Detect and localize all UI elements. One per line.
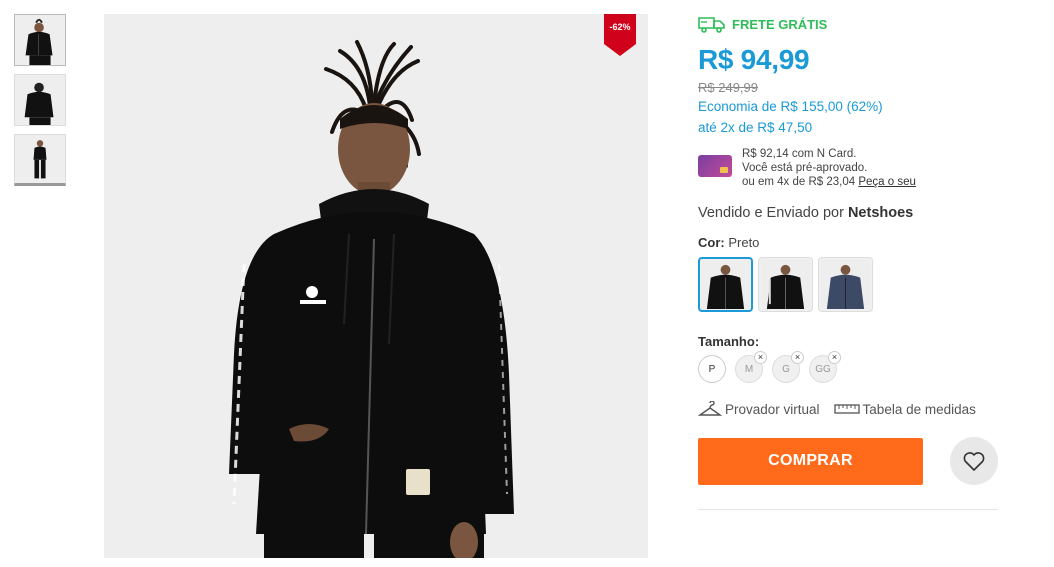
discount-badge: -62% xyxy=(604,14,636,56)
discount-badge-text: -62% xyxy=(609,22,631,32)
old-price: R$ 249,99 xyxy=(698,80,758,95)
discount-badge-shape xyxy=(604,14,636,56)
ncard-line-2: Você está pré-aprovado. xyxy=(742,162,868,174)
size-option-m[interactable]: M × xyxy=(735,351,767,383)
thumbnail-front-image xyxy=(15,15,65,65)
color-value: Preto xyxy=(728,235,760,250)
ncard-request-link[interactable]: Peça o seu xyxy=(858,176,916,188)
free-shipping-label: FRETE GRÁTIS xyxy=(732,16,828,32)
favorite-button[interactable] xyxy=(950,437,998,485)
color-swatch-preto-1[interactable] xyxy=(698,257,753,312)
thumbnail-full-body-image xyxy=(16,135,64,183)
size-option-label: GG xyxy=(815,363,831,375)
thumbnail-list xyxy=(14,14,66,194)
size-tools: Provador virtual Tabela de medidas xyxy=(698,401,998,417)
size-options: P M × G × GG × xyxy=(698,351,998,383)
credit-card-icon xyxy=(698,155,732,177)
thumbnail-front[interactable] xyxy=(14,14,66,66)
size-option-g[interactable]: G × xyxy=(772,351,804,383)
size-option-label: P xyxy=(708,363,716,375)
size-label: Tamanho: xyxy=(698,334,760,349)
size-table-label: Tabela de medidas xyxy=(862,401,976,417)
seller-info: Vendido e Enviado por Netshoes xyxy=(698,205,998,221)
color-swatch-image xyxy=(701,260,750,309)
seller-prefix: Vendido e Enviado por xyxy=(698,205,848,221)
product-info-panel: FRETE GRÁTIS R$ 94,99 R$ 249,99 Economia… xyxy=(698,14,998,510)
size-option-gg[interactable]: GG × xyxy=(809,351,841,383)
unavailable-x-icon: × xyxy=(828,351,841,364)
thumbnail-full-body[interactable] xyxy=(14,134,66,186)
ncard-text: R$ 92,14 com N Card. Você está pré-aprov… xyxy=(742,147,916,189)
divider xyxy=(698,509,998,510)
thumbnail-back-image xyxy=(15,75,65,125)
ruler-icon xyxy=(833,404,860,414)
current-price: R$ 94,99 xyxy=(698,44,810,75)
buy-button[interactable]: COMPRAR xyxy=(698,437,923,485)
color-swatch-image xyxy=(821,260,870,309)
unavailable-x-icon: × xyxy=(754,351,767,364)
virtual-fitting-link[interactable]: Provador virtual xyxy=(698,401,820,417)
hanger-icon xyxy=(698,401,722,416)
color-swatches xyxy=(698,257,998,312)
heart-icon xyxy=(963,452,985,471)
ncard-offer: R$ 92,14 com N Card. Você está pré-aprov… xyxy=(698,147,998,189)
size-option-label: G xyxy=(782,363,790,375)
color-swatch-preto-2[interactable] xyxy=(758,257,813,312)
buy-row: COMPRAR xyxy=(698,437,998,485)
truck-icon xyxy=(698,17,725,33)
size-option-label: M xyxy=(744,363,754,375)
free-shipping: FRETE GRÁTIS xyxy=(698,14,998,34)
thumbnail-back[interactable] xyxy=(14,74,66,126)
main-product-image[interactable]: -62% xyxy=(104,14,648,558)
color-swatch-azul[interactable] xyxy=(818,257,873,312)
virtual-fitting-label: Provador virtual xyxy=(725,401,820,417)
size-option-p[interactable]: P xyxy=(698,355,726,383)
ncard-line-3-prefix: ou em 4x de R$ 23,04 xyxy=(742,176,859,188)
economy-text: Economia de R$ 155,00 (62%) xyxy=(698,99,883,114)
unavailable-x-icon: × xyxy=(791,351,804,364)
color-label-title: Cor: xyxy=(698,235,725,250)
installments-text: até 2x de R$ 47,50 xyxy=(698,120,813,135)
size-table-link[interactable]: Tabela de medidas xyxy=(833,401,976,417)
color-label: Cor: Preto xyxy=(698,235,998,250)
ncard-line-1: R$ 92,14 com N Card. xyxy=(742,148,857,160)
color-swatch-image xyxy=(761,260,810,309)
seller-name[interactable]: Netshoes xyxy=(848,205,913,221)
product-photo xyxy=(104,14,648,558)
ncard-line-3: ou em 4x de R$ 23,04 Peça o seu xyxy=(742,175,916,189)
